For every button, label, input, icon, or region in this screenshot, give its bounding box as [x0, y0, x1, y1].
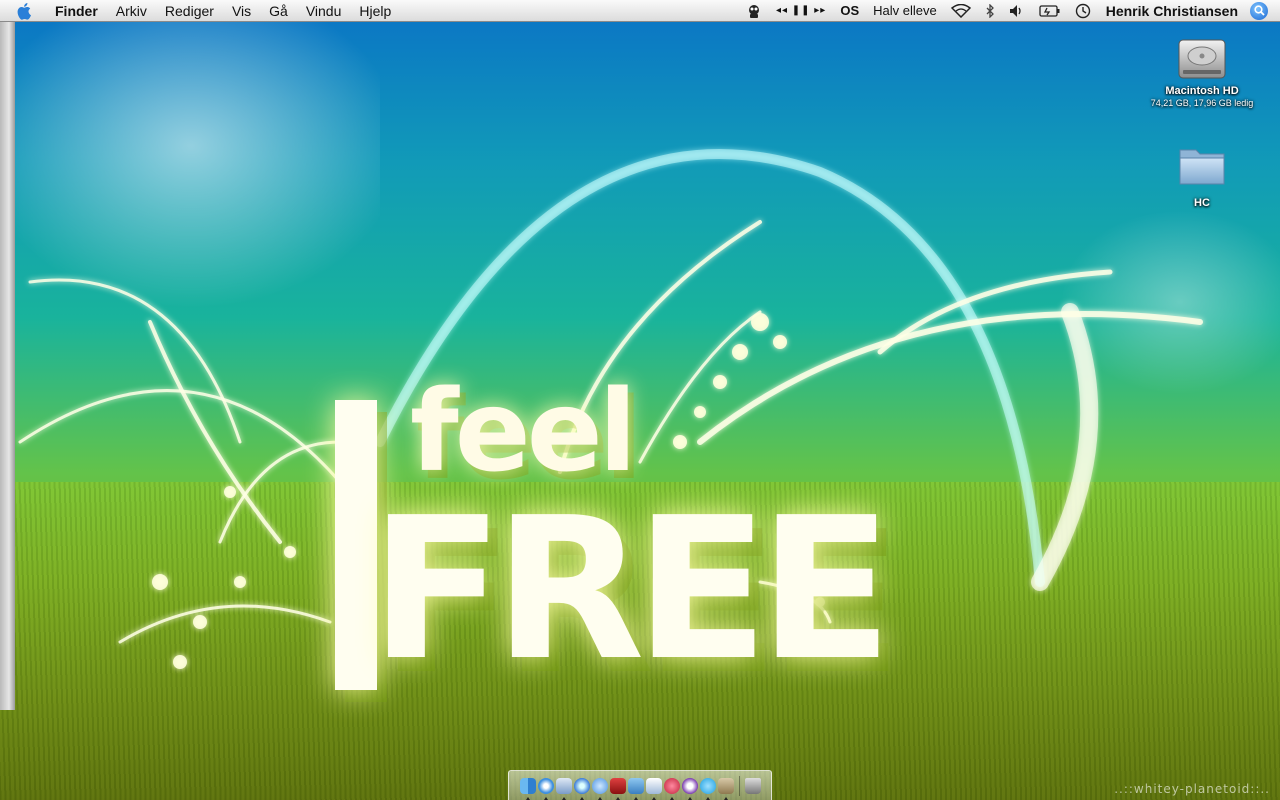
apple-menu-icon[interactable] — [14, 0, 36, 22]
dock — [508, 770, 772, 800]
desktop-icon-hc[interactable]: HC — [1160, 138, 1244, 209]
menu-arkiv[interactable]: Arkiv — [107, 3, 156, 19]
iphoto-icon[interactable] — [627, 777, 644, 800]
hard-drive-icon — [1178, 39, 1226, 79]
background-window-edge[interactable] — [0, 22, 15, 710]
time-machine-clock-icon[interactable] — [1068, 0, 1098, 22]
box-icon[interactable] — [717, 777, 734, 800]
bluetooth-icon[interactable] — [978, 0, 1002, 22]
os-logo-icon[interactable]: OS — [833, 0, 866, 22]
desktop-wallpaper: feel FREE ..::whitey-planetoid::.. — [0, 22, 1280, 800]
menu-finder[interactable]: Finder — [46, 3, 107, 19]
spotlight-search-icon[interactable] — [1250, 1, 1268, 20]
desktop-icon-label: HC — [1194, 197, 1210, 209]
menulet-monster-icon[interactable] — [739, 0, 769, 22]
dock-separator — [738, 775, 740, 796]
wifi-icon[interactable] — [944, 0, 978, 22]
upload-icon[interactable] — [645, 777, 662, 800]
ichat-icon[interactable] — [591, 777, 608, 800]
trash-icon[interactable] — [744, 777, 761, 794]
itunes-icon[interactable] — [573, 777, 590, 800]
desktop-icon-label: Macintosh HD — [1165, 85, 1239, 97]
stamp-icon[interactable] — [609, 777, 626, 800]
battery-icon[interactable] — [1032, 0, 1068, 22]
finder-icon[interactable] — [519, 777, 536, 800]
skype-icon[interactable] — [699, 777, 716, 800]
menu-extras: ◂◂ ❚❚ ▸▸ OS Halv elleve Henrik Christian… — [739, 0, 1280, 22]
user-name[interactable]: Henrik Christiansen — [1098, 0, 1246, 22]
safari-icon[interactable] — [537, 777, 554, 800]
menu-vindu[interactable]: Vindu — [297, 3, 351, 19]
podcast-icon[interactable] — [681, 777, 698, 800]
media-controls[interactable]: ◂◂ ❚❚ ▸▸ — [769, 0, 833, 22]
folder-icon — [1179, 149, 1225, 185]
desktop-icon-macintosh-hd[interactable]: Macintosh HD 74,21 GB, 17,96 GB ledig — [1140, 34, 1264, 108]
menu-ga[interactable]: Gå — [260, 3, 297, 19]
clock-text[interactable]: Halv elleve — [866, 0, 944, 22]
wallpaper-text-free: FREE — [370, 476, 893, 704]
mail-icon[interactable] — [555, 777, 572, 800]
menu-hjelp[interactable]: Hjelp — [350, 3, 400, 19]
volume-icon[interactable] — [1002, 0, 1032, 22]
menu-bar: Finder Arkiv Rediger Vis Gå Vindu Hjelp … — [0, 0, 1280, 22]
menu-rediger[interactable]: Rediger — [156, 3, 223, 19]
menu-vis[interactable]: Vis — [223, 3, 260, 19]
cs-icon[interactable] — [663, 777, 680, 800]
desktop-icon-detail: 74,21 GB, 17,96 GB ledig — [1150, 98, 1254, 108]
wallpaper-credit: ..::whitey-planetoid::.. — [1114, 782, 1270, 796]
